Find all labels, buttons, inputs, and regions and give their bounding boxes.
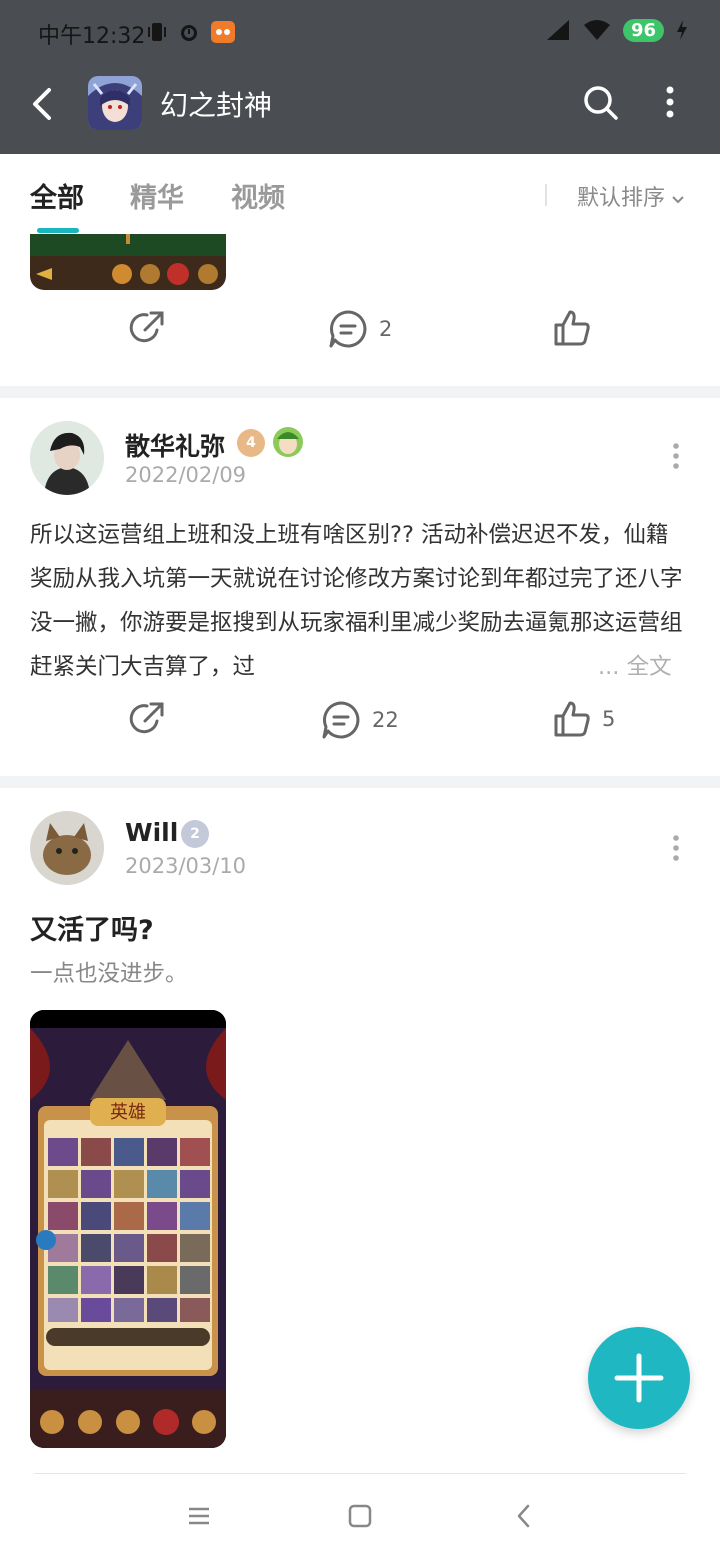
signal-icon (546, 20, 569, 40)
vibrate-icon (148, 23, 166, 41)
tab-divider (545, 184, 547, 206)
post-summary[interactable]: 一点也没进步。 (30, 956, 188, 988)
level-value: 4 (246, 435, 256, 451)
read-more-link[interactable]: ... 全文 (598, 645, 690, 689)
tab-all[interactable]: 全部 (30, 176, 84, 215)
game-image-title: 英雄 (110, 1102, 146, 1123)
user-avatar[interactable] (30, 811, 104, 885)
tab-video[interactable]: 视频 (231, 176, 285, 215)
status-icons-left (146, 20, 236, 44)
comment-icon (329, 310, 367, 348)
like-button[interactable]: 5 (552, 699, 615, 739)
post-body[interactable]: 所以这运营组上班和没上班有啥区别?? 活动补偿迟迟不发，仙籍奖励从我入坑第一天就… (30, 513, 690, 689)
post-date: 2023/03/10 (125, 854, 247, 878)
user-avatar[interactable] (30, 421, 104, 495)
app-header: 幻之封神 (0, 64, 720, 154)
active-tab-indicator (37, 228, 79, 233)
comment-count: 2 (379, 317, 393, 341)
level-value: 2 (190, 826, 200, 842)
comment-button[interactable]: 2 (327, 308, 392, 350)
post-separator (0, 776, 720, 788)
page-title: 幻之封神 (160, 89, 273, 122)
nav-home-icon[interactable] (346, 1502, 374, 1530)
share-icon (129, 702, 164, 734)
nav-menu-icon[interactable] (185, 1502, 213, 1530)
chevron-down-icon (672, 196, 684, 204)
sort-dropdown[interactable]: 默认排序 (577, 180, 685, 212)
app-notification-icon (211, 21, 235, 43)
post-title[interactable]: 又活了吗? (30, 908, 154, 947)
post-image[interactable]: 英雄 (30, 1010, 226, 1448)
share-button[interactable] (127, 308, 167, 348)
post-actions: 2 (0, 308, 720, 368)
create-post-button[interactable] (588, 1327, 690, 1429)
more-icon[interactable] (652, 82, 688, 122)
level-badge: 4 (237, 429, 265, 457)
comment-icon (322, 701, 360, 739)
nav-back-icon[interactable] (510, 1502, 538, 1530)
battery-level: 96 (622, 18, 664, 42)
wifi-icon (583, 20, 610, 40)
comment-count: 22 (372, 708, 399, 732)
sort-label: 默认排序 (577, 186, 666, 211)
post-actions: 22 5 (0, 699, 720, 759)
share-button[interactable] (127, 699, 167, 739)
post-image[interactable] (30, 234, 226, 290)
post-date: 2022/02/09 (125, 463, 247, 487)
like-button[interactable] (552, 308, 602, 348)
charging-icon (677, 20, 687, 40)
tab-featured[interactable]: 精华 (130, 176, 184, 215)
comment-button[interactable]: 22 (320, 699, 399, 741)
system-nav-bar (0, 1474, 720, 1560)
share-icon (129, 311, 164, 343)
status-bar: 中午12:32 96 (0, 0, 720, 64)
game-avatar[interactable] (88, 76, 142, 130)
tab-bar: 全部 精华 视频 默认排序 (0, 154, 720, 234)
like-icon (554, 701, 590, 737)
username[interactable]: Will (125, 818, 178, 847)
post-options-icon[interactable] (666, 832, 686, 864)
back-icon[interactable] (24, 84, 64, 124)
username[interactable]: 散华礼弥 (125, 427, 225, 463)
post-separator (0, 386, 720, 398)
add-icon (614, 1353, 664, 1403)
status-icons-right: 96 (545, 18, 688, 42)
search-icon[interactable] (580, 82, 620, 122)
post-options-icon[interactable] (666, 440, 686, 472)
alarm-icon (181, 25, 197, 41)
like-icon (554, 310, 590, 346)
like-count: 5 (602, 707, 616, 731)
level-badge: 2 (181, 820, 209, 848)
badge-icon (273, 427, 303, 457)
status-time: 中午12:32 (38, 24, 146, 49)
